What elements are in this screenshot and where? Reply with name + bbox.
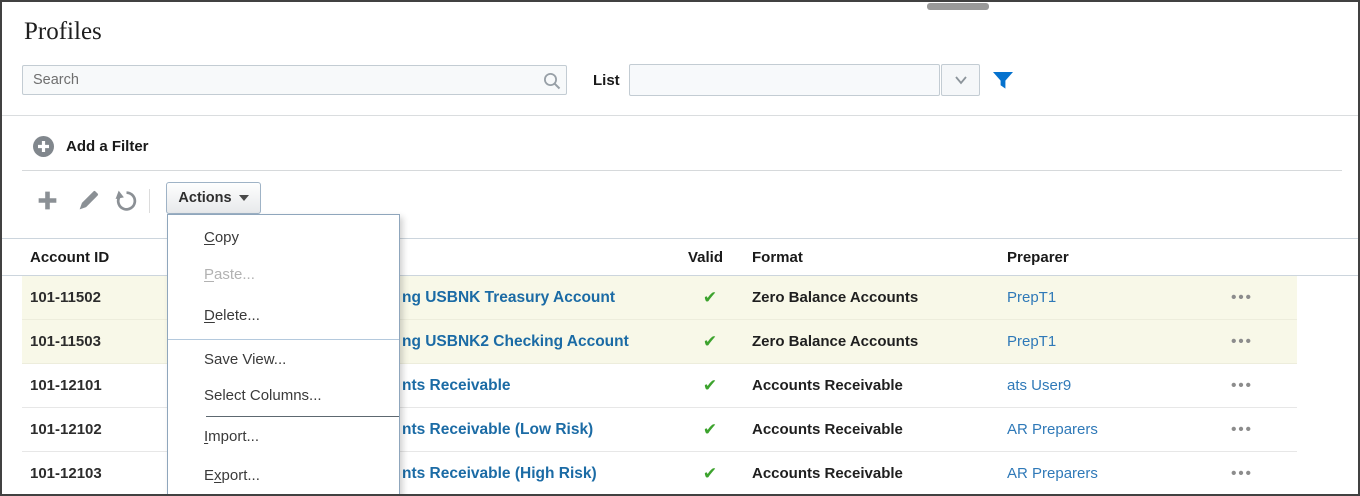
filter-funnel-icon[interactable] [991,68,1015,92]
profile-name-link[interactable]: nts Receivable (High Risk) [402,452,597,494]
actions-button-label: Actions [178,190,232,206]
list-dropdown-button[interactable] [941,64,980,96]
list-combobox-input[interactable] [629,64,940,96]
column-header-preparer[interactable]: Preparer [1007,239,1069,277]
account-id-cell: 101-12103 [30,465,102,482]
search-icon [544,73,561,90]
account-id-cell: 101-12101 [30,377,102,394]
preparer-link[interactable]: AR Preparers [1007,408,1098,452]
menu-item-delete[interactable]: Delete... [168,304,399,328]
add-filter-label: Add a Filter [66,137,149,155]
valid-check-icon: ✔ [702,288,718,307]
actions-dropdown-menu: Copy Paste... Delete... Save View... Sel… [167,214,400,495]
row-menu-icon[interactable]: ••• [1220,276,1264,320]
profile-name-link[interactable]: nts Receivable (Low Risk) [402,408,593,452]
preparer-link[interactable]: AR Preparers [1007,452,1098,494]
column-header-format[interactable]: Format [752,239,803,277]
search-input[interactable] [22,65,567,95]
window-drag-handle[interactable] [927,3,989,10]
profiles-page: Profiles List Add a Filter Actions [0,0,1360,496]
valid-check-icon: ✔ [702,420,718,439]
menu-item-copy[interactable]: Copy [168,226,399,250]
menu-separator [168,339,399,340]
profile-name-link[interactable]: nts Receivable [402,364,511,408]
menu-separator [206,494,399,495]
chevron-down-icon [954,76,967,85]
preparer-link[interactable]: PrepT1 [1007,320,1056,364]
format-cell: Accounts Receivable [752,465,903,482]
row-menu-icon[interactable]: ••• [1220,320,1264,364]
list-label: List [593,72,620,89]
add-filter-button[interactable]: Add a Filter [32,134,149,158]
add-profile-icon[interactable] [35,188,60,213]
column-header-valid[interactable]: Valid [688,239,723,277]
actions-menu-button[interactable]: Actions [166,182,261,214]
format-cell: Zero Balance Accounts [752,333,919,350]
toolbar-separator [149,189,150,213]
row-menu-icon[interactable]: ••• [1220,408,1264,452]
caret-down-icon [238,195,249,201]
menu-item-paste: Paste... [204,266,255,283]
account-id-cell: 101-11503 [30,333,101,350]
valid-check-icon: ✔ [702,332,718,351]
page-title: Profiles [24,18,102,45]
header-divider [2,115,1358,116]
menu-item-select-columns[interactable]: Select Columns... [168,384,399,408]
profile-name-link[interactable]: ng USBNK2 Checking Account [402,320,629,364]
preparer-link[interactable]: PrepT1 [1007,276,1056,320]
valid-check-icon: ✔ [702,464,718,483]
refresh-icon[interactable] [114,188,139,213]
format-cell: Zero Balance Accounts [752,289,919,306]
column-header-account-id[interactable]: Account ID [30,239,109,277]
filter-divider [22,170,1342,171]
row-menu-icon[interactable]: ••• [1220,364,1264,408]
edit-pencil-icon[interactable] [76,188,101,213]
row-menu-icon[interactable]: ••• [1220,452,1264,494]
valid-check-icon: ✔ [702,376,718,395]
account-id-cell: 101-12102 [30,421,102,438]
format-cell: Accounts Receivable [752,421,903,438]
menu-separator [206,416,399,417]
menu-item-import[interactable]: Import... [168,425,399,449]
menu-item-export[interactable]: Export... [168,464,399,488]
profile-name-link[interactable]: ng USBNK Treasury Account [402,276,615,320]
account-id-cell: 101-11502 [30,289,101,306]
menu-item-save-view[interactable]: Save View... [168,348,399,372]
format-cell: Accounts Receivable [752,377,903,394]
preparer-link[interactable]: ats User9 [1007,364,1071,408]
circle-plus-icon [33,135,54,157]
